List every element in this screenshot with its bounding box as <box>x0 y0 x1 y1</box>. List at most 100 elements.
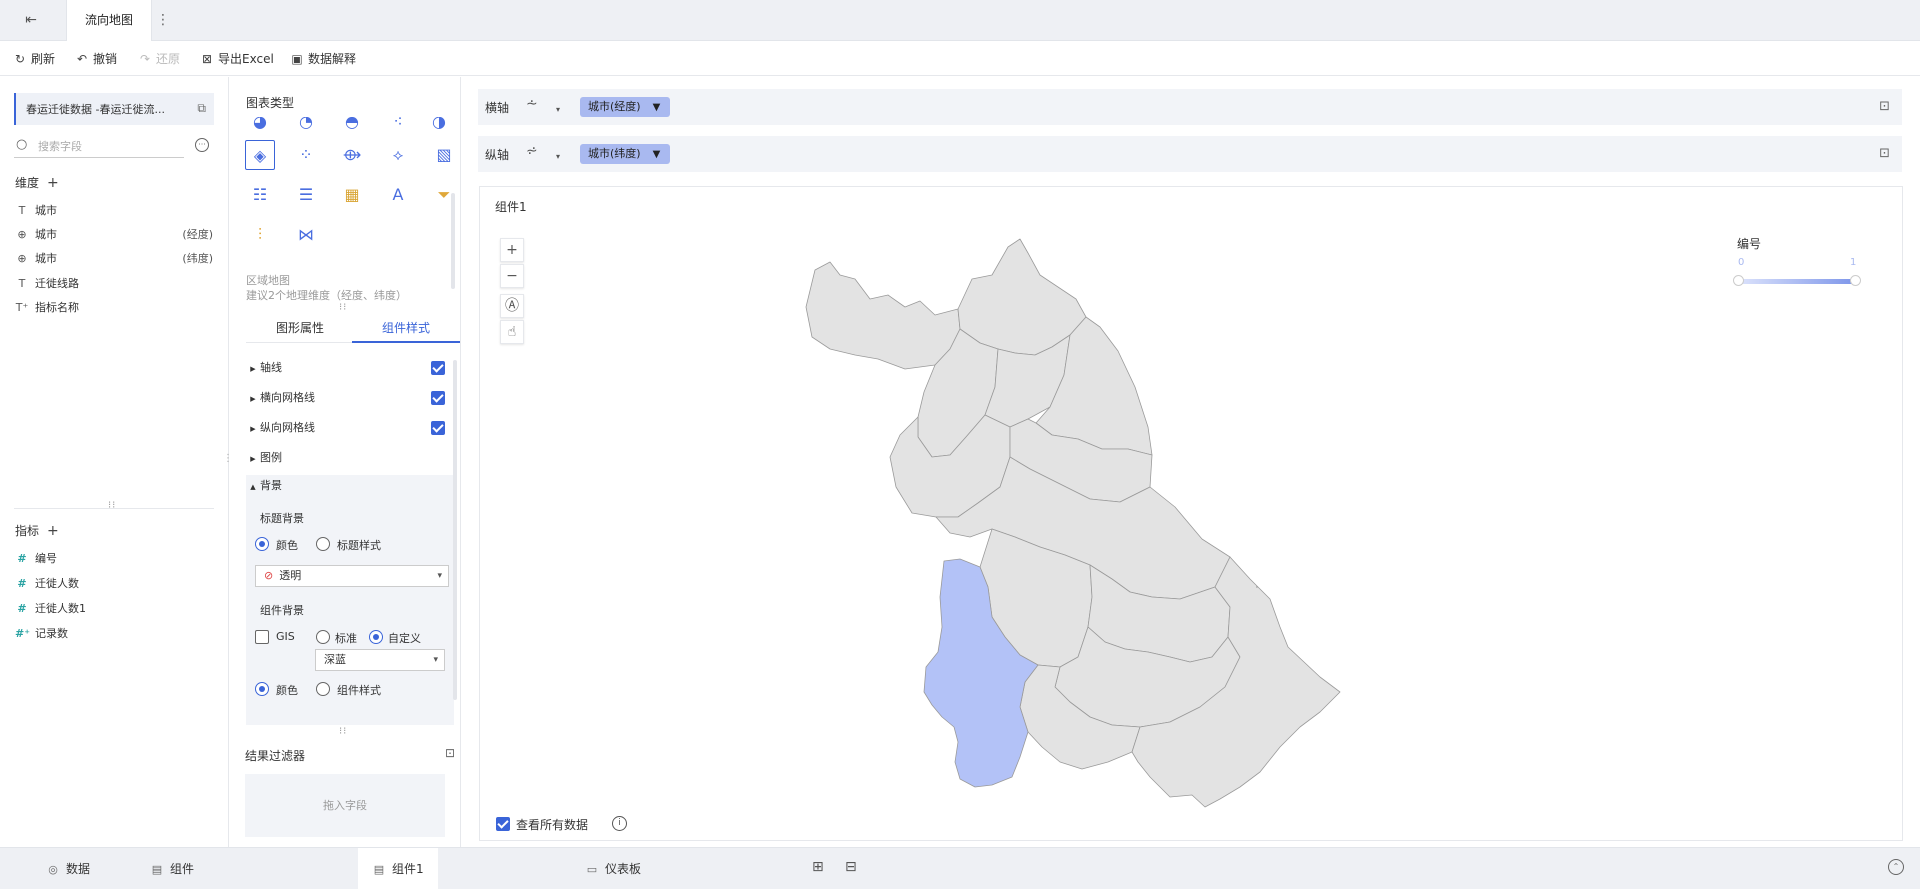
panel-resize-handle[interactable]: ⁝⁝ <box>108 500 116 511</box>
undo-button[interactable]: ↶ 撤销 <box>75 50 117 68</box>
prop-background[interactable]: ▲ 背景 <box>246 475 446 497</box>
word-cloud-icon[interactable]: A <box>383 180 413 210</box>
lock-icon[interactable]: ⊡ <box>1879 99 1890 114</box>
data-explain-button[interactable]: ▣ 数据解释 <box>290 50 356 68</box>
component-icon: ▤ <box>373 863 385 876</box>
add-dimension-icon[interactable]: + <box>47 175 59 191</box>
density-map-icon[interactable]: ▧ <box>429 140 459 170</box>
x-axis-field-pill[interactable]: 城市(经度) ▼ <box>580 97 671 117</box>
panel-resize-handle[interactable]: ⁝⁝ <box>339 726 347 737</box>
prop-legend[interactable]: ▶ 图例 <box>246 447 446 469</box>
donut-chart-icon[interactable]: ◓ <box>337 117 367 131</box>
more-options-icon[interactable]: ··· <box>195 138 209 152</box>
custom-radio[interactable] <box>369 630 383 644</box>
panel-resize-handle[interactable]: ⁝⁝ <box>339 302 347 313</box>
dataset-selector[interactable]: 春运迁徙数据 -春运迁徙流... ⧉ <box>14 93 214 125</box>
prop-axis-line[interactable]: ▶ 轴线 <box>246 357 446 379</box>
chart-type-scrollbar[interactable] <box>451 193 455 289</box>
exit-icon[interactable]: ⇤ <box>22 11 40 29</box>
title-bg-color-radio[interactable] <box>255 537 269 551</box>
calculated-number-icon: #⁺ <box>15 627 31 640</box>
export-excel-button[interactable]: ⊠ 导出Excel <box>200 50 274 68</box>
view-all-checkbox[interactable] <box>496 817 510 831</box>
info-icon[interactable]: i <box>612 816 627 831</box>
toolbar: ↻ 刷新 ↶ 撤销 ↷ 还原 ⊠ 导出Excel ▣ 数据解释 <box>0 41 1920 76</box>
report-tab[interactable]: 流向地图 <box>66 0 153 41</box>
title-bg-style-radio[interactable] <box>316 537 330 551</box>
filter-drop-zone[interactable]: 拖入字段 <box>245 774 445 837</box>
rose-chart-icon[interactable]: ◔ <box>291 117 321 131</box>
search-input[interactable] <box>38 136 178 156</box>
number-type-icon: # <box>17 602 27 615</box>
lock-icon[interactable]: ⊡ <box>1879 146 1890 161</box>
measure-title: 指标 <box>15 524 40 538</box>
collapse-up-icon[interactable]: ⌃ <box>1888 859 1904 875</box>
legend-color-bar <box>1739 279 1854 284</box>
bottom-tab-dashboard[interactable]: ▭ 仪表板 <box>585 858 641 880</box>
legend-min-handle[interactable] <box>1733 275 1744 286</box>
table-icon[interactable]: ☷ <box>245 180 275 210</box>
x-axis-label: 横轴 <box>485 101 510 115</box>
vertical-grid-checkbox[interactable] <box>431 421 445 435</box>
add-component-icon[interactable]: ⊞ <box>812 859 824 875</box>
dimension-item[interactable]: T 迁徙线路 <box>15 274 213 294</box>
filter-lock-icon[interactable]: ⊡ <box>445 746 455 760</box>
chart-property-panel: 图表类型 ◕ ◔ ◓ ⁖ ◑ ◈ ⁘ ⟴ ⟡ ▧ ☷ ☰ ▦ A ⏷ ⫶ ⋈ 区… <box>229 77 461 847</box>
more-vertical-icon[interactable]: ⋮ <box>156 12 170 28</box>
horizontal-grid-checkbox[interactable] <box>431 391 445 405</box>
bottom-tab-data[interactable]: ◎ 数据 <box>46 858 90 880</box>
chevron-down-icon[interactable]: ▾ <box>556 152 560 161</box>
chevron-down-icon[interactable]: ▾ <box>556 105 560 114</box>
custom-bg-select[interactable]: 深蓝 ▾ <box>315 649 445 671</box>
measure-item[interactable]: # 迁徙人数 <box>15 574 213 594</box>
comp-bg-style-radio[interactable] <box>316 682 330 696</box>
dimension-section-title: 维度 + <box>15 174 59 191</box>
sankey-chart-icon[interactable]: ⋈ <box>291 220 321 250</box>
measure-item[interactable]: # 迁徙人数1 <box>15 599 213 619</box>
area-map-icon[interactable]: ◈ <box>245 140 275 170</box>
axis-type-icon[interactable]: ⩫ <box>526 143 538 159</box>
dimension-item[interactable]: ⊕ 城市 (纬度) <box>15 249 213 269</box>
comp-bg-color-radio[interactable] <box>255 682 269 696</box>
prop-horizontal-grid[interactable]: ▶ 横向网格线 <box>246 387 446 409</box>
dimension-item[interactable]: ⊕ 城市 (经度) <box>15 225 213 245</box>
bottom-tab-component1[interactable]: ▤ 组件1 <box>358 848 438 890</box>
prop-vertical-grid[interactable]: ▶ 纵向网格线 <box>246 417 446 439</box>
dimension-item[interactable]: T 城市 <box>15 201 213 221</box>
scatter-chart-icon[interactable]: ⁖ <box>383 117 413 131</box>
dimension-item[interactable]: T⁺ 指标名称 <box>15 298 213 318</box>
title-bg-color-select[interactable]: ⊘ 透明 ▾ <box>255 565 449 587</box>
flow-map-icon[interactable]: ⟴ <box>337 140 367 170</box>
cross-table-icon[interactable]: ☰ <box>291 180 321 210</box>
axis-type-icon[interactable]: ⩪ <box>526 96 538 112</box>
treemap-icon[interactable]: ▦ <box>337 180 367 210</box>
add-dashboard-icon[interactable]: ⊟ <box>845 859 857 875</box>
tab-graphic-properties[interactable]: 图形属性 <box>246 313 354 343</box>
measure-item[interactable]: # 编号 <box>15 549 213 569</box>
add-measure-icon[interactable]: + <box>47 523 59 539</box>
bubble-chart-icon[interactable]: ◑ <box>429 117 449 131</box>
point-map-icon[interactable]: ⁘ <box>291 140 321 170</box>
switch-dataset-icon[interactable]: ⧉ <box>197 101 206 116</box>
refresh-button[interactable]: ↻ 刷新 <box>13 50 55 68</box>
legend-max-handle[interactable] <box>1850 275 1861 286</box>
pie-chart-icon[interactable]: ◕ <box>245 117 275 131</box>
y-axis-field-pill[interactable]: 城市(纬度) ▼ <box>580 144 671 164</box>
map-region[interactable] <box>805 261 961 370</box>
field-search: ○ <box>14 134 184 158</box>
selected-chart-name: 区域地图 <box>246 274 290 287</box>
gis-label: GIS <box>276 630 295 643</box>
axis-line-checkbox[interactable] <box>431 361 445 375</box>
property-scrollbar[interactable] <box>453 360 457 700</box>
candlestick-chart-icon[interactable]: ⫶ <box>245 220 275 250</box>
heat-map-icon[interactable]: ⟡ <box>383 140 413 170</box>
dimension-subtype: (纬度) <box>182 252 213 265</box>
filter-icon[interactable]: ▼ <box>653 149 661 160</box>
standard-radio[interactable] <box>316 630 330 644</box>
filter-icon[interactable]: ▼ <box>653 102 661 113</box>
gis-checkbox[interactable] <box>255 630 269 644</box>
redo-button[interactable]: ↷ 还原 <box>138 50 180 68</box>
measure-item[interactable]: #⁺ 记录数 <box>15 624 213 644</box>
tab-component-style[interactable]: 组件样式 <box>352 313 460 343</box>
bottom-tab-component[interactable]: ▤ 组件 <box>150 858 194 880</box>
